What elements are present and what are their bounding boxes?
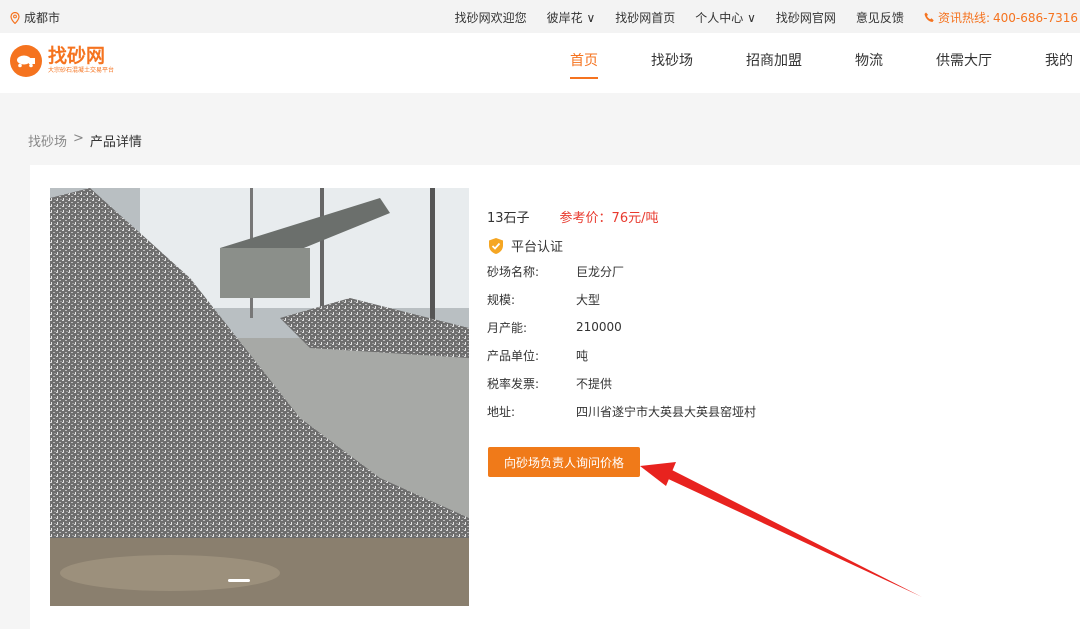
feedback-link[interactable]: 意见反馈 (856, 9, 904, 26)
product-fields: 砂场名称: 巨龙分厂 规模: 大型 月产能: 210000 产品单位: 吨 税率… (487, 257, 756, 425)
field-value: 巨龙分厂 (576, 264, 625, 279)
field-key: 月产能: (487, 320, 528, 335)
field-invoice: 税率发票: 不提供 (487, 369, 756, 397)
product-name: 13石子 (487, 211, 530, 226)
logo-title: 找砂网 (48, 45, 106, 67)
field-key: 税率发票: (487, 376, 540, 391)
nav-logistics[interactable]: 物流 (855, 50, 883, 70)
location-pin-icon (10, 11, 20, 24)
field-key: 规模: (487, 292, 516, 307)
product-info: 13石子 参考价：76元/吨 平台认证 砂场名称: 巨龙分厂 规模: 大型 月产… (487, 207, 756, 425)
nav-supply-demand[interactable]: 供需大厅 (936, 50, 992, 70)
hotline: 资讯热线: 400-686-7316 (924, 9, 1078, 26)
user-menu[interactable]: 彼岸花 ∨ (547, 9, 596, 26)
gravel-pile-photo (50, 188, 469, 606)
nav-franchise[interactable]: 招商加盟 (746, 50, 802, 70)
hotline-label: 资讯热线: (937, 11, 990, 25)
breadcrumb-current: 产品详情 (89, 135, 142, 150)
field-key: 砂场名称: (487, 264, 540, 279)
main-header: 找砂网 大宗砂石混凝土交易平台 首页 找砂场 招商加盟 物流 供需大厅 我的 (0, 33, 1080, 93)
site-logo[interactable]: 找砂网 大宗砂石混凝土交易平台 (10, 45, 114, 77)
product-price: 参考价：76元/吨 (559, 211, 659, 226)
breadcrumb-parent[interactable]: 找砂场 (28, 131, 67, 150)
home-link[interactable]: 找砂网首页 (615, 9, 675, 26)
field-unit: 产品单位: 吨 (487, 341, 756, 369)
field-value: 210000 (576, 320, 622, 334)
city-selector[interactable]: 成都市 (10, 9, 60, 26)
top-nav: 找砂网欢迎您 彼岸花 ∨ 找砂网首页 个人中心 ∨ 找砂网官网 意见反馈 资讯热… (455, 9, 1078, 26)
field-address: 地址: 四川省遂宁市大英县大英县窑垭村 (487, 397, 756, 425)
carousel-indicator[interactable] (228, 579, 250, 582)
top-bar: 成都市 找砂网欢迎您 彼岸花 ∨ 找砂网首页 个人中心 ∨ 找砂网官网 意见反馈… (0, 0, 1080, 33)
nav-home[interactable]: 首页 (570, 50, 598, 79)
breadcrumb-separator: > (73, 131, 84, 146)
field-key: 地址: (487, 404, 516, 419)
field-value: 大型 (576, 292, 601, 307)
hotline-number: 400-686-7316 (992, 10, 1078, 25)
field-key: 产品单位: (487, 348, 540, 363)
phone-icon (924, 12, 934, 22)
logo-subtitle: 大宗砂石混凝土交易平台 (48, 67, 115, 74)
field-scale: 规模: 大型 (487, 285, 756, 313)
welcome-text: 找砂网欢迎您 (454, 11, 527, 25)
certification-label: 平台认证 (511, 240, 564, 255)
field-value: 不提供 (576, 376, 613, 391)
mixer-truck-icon (17, 55, 35, 68)
official-site-link[interactable]: 找砂网官网 (776, 9, 836, 26)
city-label: 成都市 (24, 11, 61, 25)
field-yard-name: 砂场名称: 巨龙分厂 (487, 257, 756, 285)
shield-check-icon (489, 237, 503, 254)
field-value: 四川省遂宁市大英县大英县窑垭村 (576, 404, 757, 419)
logo-mark (10, 45, 42, 77)
platform-certification: 平台认证 (487, 236, 756, 255)
inquire-price-button[interactable]: 向砂场负责人询问价格 (488, 447, 640, 477)
breadcrumb: 找砂场 > 产品详情 (28, 131, 142, 150)
personal-center-menu[interactable]: 个人中心 ∨ (695, 9, 756, 26)
nav-find-sand-yard[interactable]: 找砂场 (651, 50, 693, 70)
product-image[interactable] (50, 188, 469, 606)
field-value: 吨 (576, 348, 589, 363)
nav-mine[interactable]: 我的 (1045, 50, 1073, 70)
main-nav: 首页 找砂场 招商加盟 物流 供需大厅 我的 (570, 50, 1080, 79)
field-monthly-capacity: 月产能: 210000 (487, 313, 756, 341)
